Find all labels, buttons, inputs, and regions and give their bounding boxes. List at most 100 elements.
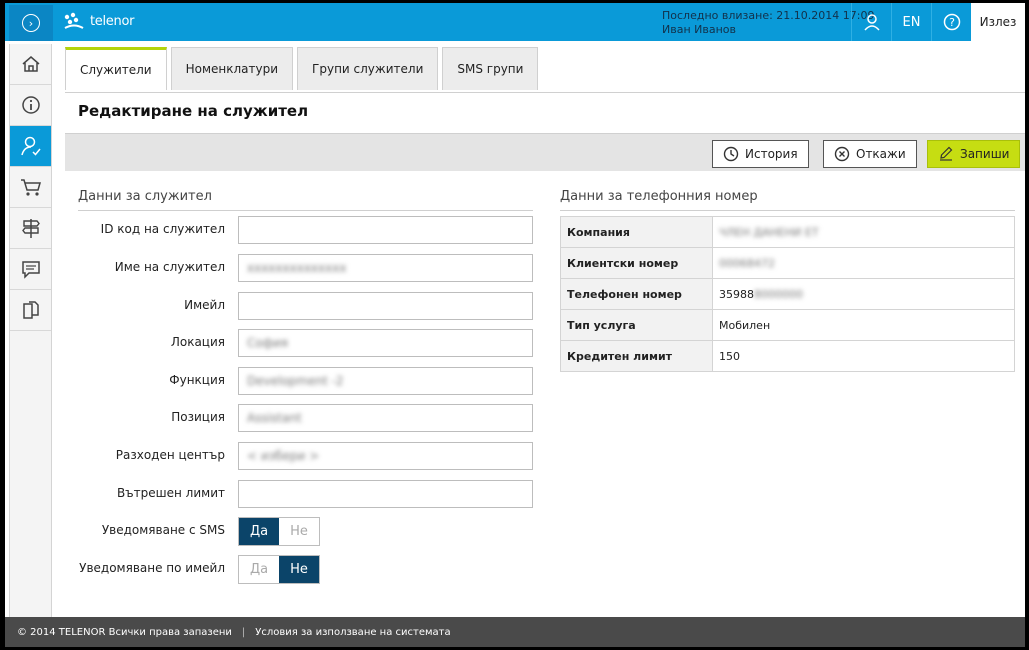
function-label: Функция (169, 373, 225, 387)
user-name: Иван Иванов (662, 23, 736, 36)
help-icon: ? (943, 13, 960, 31)
costcenter-row: Разходен център < избери > (78, 442, 533, 470)
help-button[interactable]: ? (931, 3, 971, 41)
close-circle-icon (834, 146, 850, 162)
sms-no-option[interactable]: Не (279, 518, 319, 545)
sidebar-item-messages[interactable] (10, 249, 51, 290)
history-button[interactable]: История (712, 140, 809, 168)
copyright-text: © 2014 TELENOR Всички права запазени (17, 626, 232, 638)
sidebar-item-cart[interactable] (10, 167, 51, 208)
phone-number-value: 359888000000 (712, 278, 1015, 310)
phone-number-hidden: 8000000 (754, 287, 803, 301)
tab-employees[interactable]: Служители (65, 47, 167, 90)
employee-section-title: Данни за служител (78, 189, 533, 211)
signpost-icon (21, 219, 40, 238)
cancel-label: Откажи (856, 147, 906, 161)
sms-notify-row: Уведомяване с SMS Да Не (78, 517, 533, 546)
table-row: Тип услуга Мобилен (560, 309, 1015, 341)
sidebar-item-home[interactable] (10, 44, 51, 85)
email-label: Имейл (184, 298, 225, 312)
location-label: Локация (170, 335, 225, 349)
sms-yes-option[interactable]: Да (239, 518, 279, 545)
client-number-value: 00068472 (712, 247, 1015, 279)
footer: © 2014 TELENOR Всички права запазени | У… (5, 617, 1025, 647)
costcenter-value: < избери > (247, 449, 320, 463)
limit-label: Вътрешен лимит (116, 486, 225, 500)
email-yes-option[interactable]: Да (239, 556, 279, 583)
credit-limit-key: Кредитен лимит (560, 340, 713, 372)
email-notify-label: Уведомяване по имейл (79, 561, 225, 575)
svg-text:?: ? (949, 16, 955, 29)
company-key: Компания (560, 216, 713, 248)
user-check-icon (20, 136, 41, 156)
tab-divider (65, 92, 1025, 93)
table-row: Компания ЧЛЕН ДАНЕНИ ЕТ (560, 216, 1015, 248)
location-value: София (247, 336, 288, 350)
sidebar-item-info[interactable] (10, 85, 51, 126)
id-input[interactable] (238, 216, 533, 244)
id-label: ID код на служител (100, 222, 225, 236)
phone-section-title: Данни за телефонния номер (560, 189, 1015, 211)
history-label: История (745, 147, 798, 161)
location-select[interactable]: София (238, 329, 533, 357)
costcenter-label: Разходен център (115, 448, 225, 462)
email-input[interactable] (238, 292, 533, 320)
limit-input[interactable] (238, 480, 533, 508)
company-value: ЧЛЕН ДАНЕНИ ЕТ (712, 216, 1015, 248)
tab-employee-groups[interactable]: Групи служители (297, 47, 439, 90)
phone-number-prefix: 35988 (719, 287, 754, 301)
limit-row: Вътрешен лимит (78, 480, 533, 508)
position-label: Позиция (171, 410, 225, 424)
telenor-logo-icon (64, 12, 84, 29)
tab-sms-groups[interactable]: SMS групи (442, 47, 539, 90)
sidebar-item-signpost[interactable] (10, 208, 51, 249)
telenor-logo[interactable]: telenor (63, 11, 134, 31)
action-toolbar: История Откажи Запиши (65, 133, 1025, 171)
location-row: Локация София (78, 329, 533, 357)
footer-separator: | (241, 626, 246, 638)
position-row: Позиция Assistant (78, 404, 533, 432)
sms-notify-toggle: Да Не (238, 517, 320, 546)
save-label: Запиши (960, 147, 1010, 161)
language-button[interactable]: EN (891, 3, 931, 41)
sidebar-item-documents[interactable] (10, 290, 51, 331)
chat-icon (21, 261, 40, 279)
name-value: xxxxxxxxxxxxxx (247, 261, 347, 275)
chevron-right-icon: › (22, 14, 40, 32)
cart-icon (20, 179, 41, 196)
tab-bar: Служители Номенклатури Групи служители S… (65, 47, 539, 92)
terms-link[interactable]: Условия за използване на системата (255, 627, 450, 638)
home-icon (22, 56, 39, 72)
service-type-value: Мобилен (712, 309, 1015, 341)
save-button[interactable]: Запиши (927, 140, 1021, 168)
position-value: Assistant (247, 411, 302, 425)
service-type-key: Тип услуга (560, 309, 713, 341)
client-number-value-text: 00068472 (719, 256, 775, 270)
sidebar-toggle-button[interactable]: › (9, 5, 53, 41)
cancel-button[interactable]: Откажи (823, 140, 917, 168)
sidebar (9, 44, 52, 617)
profile-button[interactable] (851, 3, 891, 41)
credit-limit-value: 150 (712, 340, 1015, 372)
costcenter-select[interactable]: < избери > (238, 442, 533, 470)
position-select[interactable]: Assistant (238, 404, 533, 432)
tab-nomenclatures[interactable]: Номенклатури (170, 47, 294, 90)
logout-button[interactable]: Излез (971, 3, 1025, 41)
main-content: Служители Номенклатури Групи служители S… (65, 44, 1025, 617)
name-label: Име на служител (114, 260, 225, 274)
id-row: ID код на служител (78, 216, 533, 244)
name-input[interactable]: xxxxxxxxxxxxxx (238, 254, 533, 282)
function-row: Функция Development -2 (78, 367, 533, 395)
company-value-text: ЧЛЕН ДАНЕНИ ЕТ (719, 225, 819, 239)
client-number-key: Клиентски номер (560, 247, 713, 279)
name-row: Име на служител xxxxxxxxxxxxxx (78, 254, 533, 282)
sidebar-item-employees[interactable] (10, 126, 51, 167)
last-login-info: Последно влизане: 21.10.2014 17:09 Иван … (662, 9, 874, 37)
last-login-label: Последно влизане: 21.10.2014 17:09 (662, 9, 875, 22)
function-select[interactable]: Development -2 (238, 367, 533, 395)
phone-details-table: Компания ЧЛЕН ДАНЕНИ ЕТ Клиентски номер … (560, 216, 1015, 372)
clock-icon (723, 146, 739, 162)
table-row: Клиентски номер 00068472 (560, 247, 1015, 279)
email-no-option[interactable]: Не (279, 556, 319, 583)
table-row: Телефонен номер 359888000000 (560, 278, 1015, 310)
